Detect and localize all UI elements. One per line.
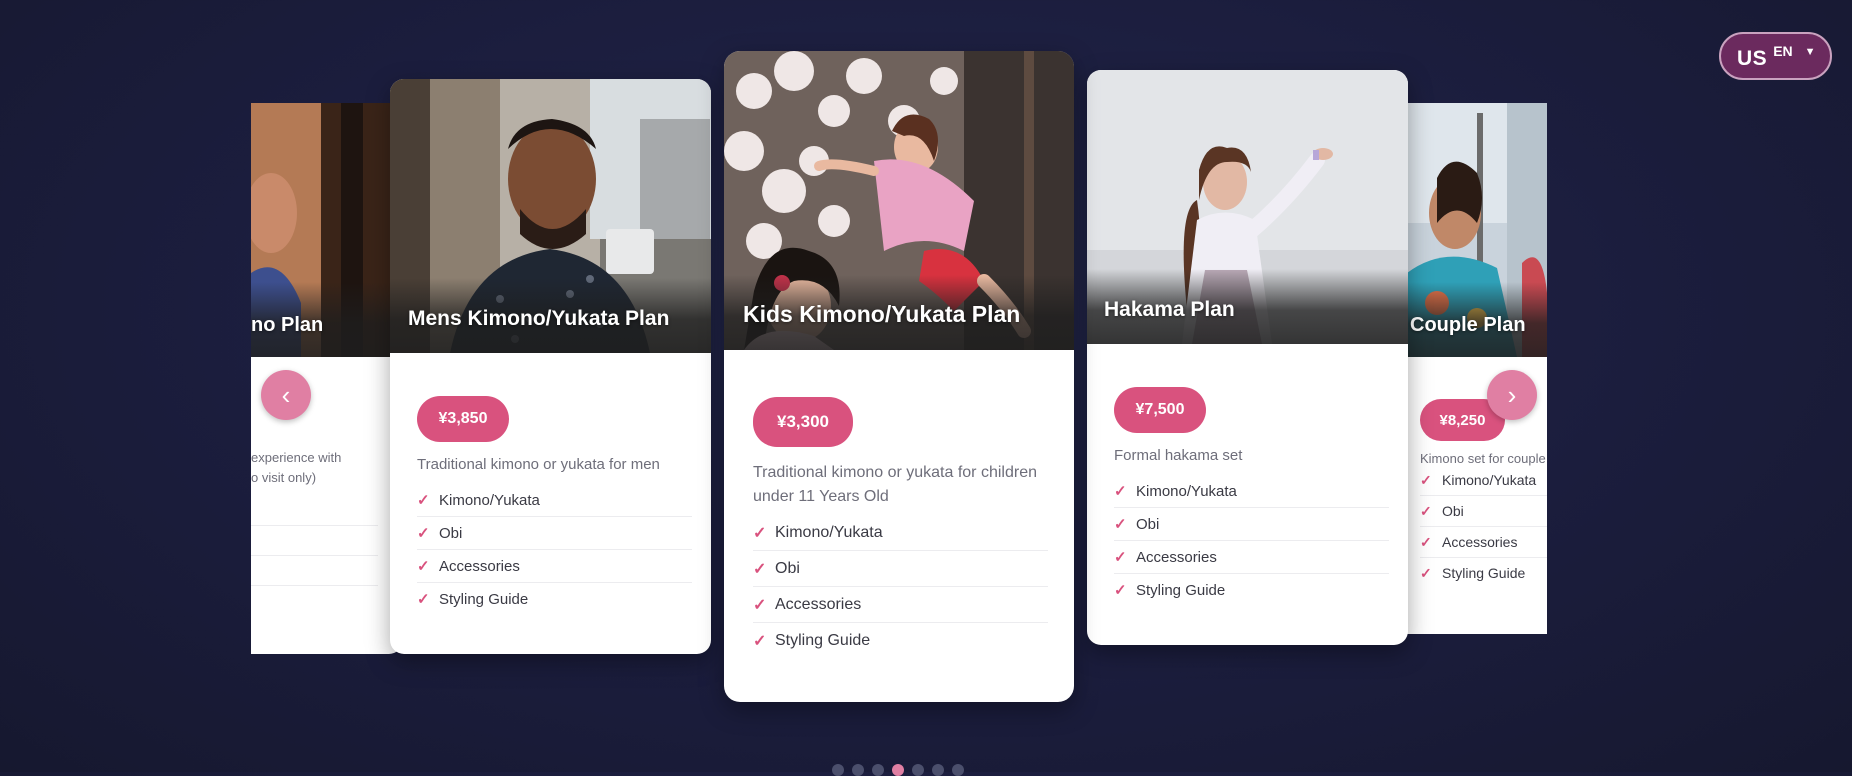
plan-photo: Kids Kimono/Yukata Plan xyxy=(724,51,1074,350)
feature-item: ✓ Accessories xyxy=(753,587,1048,623)
check-icon: ✓ xyxy=(1114,516,1127,533)
check-icon: ✓ xyxy=(417,591,430,608)
plan-title: Kids Kimono/Yukata Plan xyxy=(743,301,1021,327)
feature-list: ✓ Kimono/Yukata ✓ Obi ✓ Accessories ✓ St… xyxy=(1114,475,1389,606)
feature-item: ✓ Accessories xyxy=(417,550,692,583)
check-icon: ✓ xyxy=(1420,502,1432,519)
plan-title: Mens Kimono/Yukata Plan xyxy=(408,307,670,330)
check-icon: ✓ xyxy=(1420,533,1432,550)
pagination xyxy=(832,764,964,776)
plan-card-mens[interactable]: Mens Kimono/Yukata Plan ¥3,850 Tradition… xyxy=(390,79,711,654)
check-icon: ✓ xyxy=(753,524,767,542)
feature-label: Accessories xyxy=(1136,548,1217,566)
feature-label: Obi xyxy=(1442,503,1464,519)
feature-label: Styling Guide xyxy=(1136,581,1226,599)
plan-description: Traditional kimono or yukata for men xyxy=(417,456,660,473)
plan-photo: no Plan xyxy=(251,103,403,357)
feature-item: ✓ Styling Guide xyxy=(1114,574,1389,606)
check-icon: ✓ xyxy=(1420,564,1432,581)
feature-label: Kimono/Yukata xyxy=(1136,482,1237,500)
feature-item: ✓ Kimono/Yukata xyxy=(417,484,692,517)
next-button[interactable]: › xyxy=(1487,370,1537,420)
language-selector[interactable]: US EN ▼ xyxy=(1719,32,1832,80)
plan-card-kids[interactable]: Kids Kimono/Yukata Plan ¥3,300 Tradition… xyxy=(724,51,1074,702)
feature-list: ✓ Kimono/Yukata ✓ Obi ✓ Accessories ✓ St… xyxy=(753,515,1048,658)
plan-price: ¥7,500 xyxy=(1114,387,1206,433)
plan-card-hakama[interactable]: Hakama Plan ¥7,500 Formal hakama set ✓ K… xyxy=(1087,70,1408,645)
plan-description: experience with o visit only) xyxy=(251,450,342,485)
check-icon: ✓ xyxy=(1114,582,1127,599)
feature-label: Accessories xyxy=(775,595,862,613)
country-code: US xyxy=(1737,47,1768,70)
plan-description: Formal hakama set xyxy=(1114,447,1243,464)
plan-title: no Plan xyxy=(251,314,324,336)
check-icon: ✓ xyxy=(753,560,767,578)
pagination-dot[interactable] xyxy=(832,764,844,776)
feature-label: Accessories xyxy=(439,557,520,575)
check-icon: ✓ xyxy=(417,492,430,509)
plan-description: Traditional kimono or yukata for childre… xyxy=(753,464,1037,505)
feature-item: ✓ Obi xyxy=(417,517,692,550)
feature-item: ✓ Accessories xyxy=(1114,541,1389,574)
feature-item: ✓ Obi xyxy=(1420,496,1547,527)
feature-item: ✓ Obi xyxy=(753,551,1048,587)
chevron-left-icon: ‹ xyxy=(281,379,291,410)
feature-item: ✓ Obi xyxy=(1114,508,1389,541)
feature-item: ✓ Kimono/Yukata xyxy=(753,515,1048,551)
feature-item: ✓ Kimono/Yukata xyxy=(1114,475,1389,508)
plan-photo: Hakama Plan xyxy=(1087,70,1408,344)
plan-price: ¥3,300 xyxy=(753,397,853,447)
feature-list: ✓ Kimono/Yukata ✓ Obi ✓ Accessories ✓ St… xyxy=(417,484,692,615)
pagination-dot[interactable] xyxy=(912,764,924,776)
feature-label: Styling Guide xyxy=(775,631,871,649)
feature-label: Kimono/Yukata xyxy=(439,491,540,509)
divider xyxy=(251,555,378,556)
pagination-dot[interactable] xyxy=(872,764,884,776)
plan-card-partial-right[interactable]: Couple Plan ¥8,250 Kimono set for couple… xyxy=(1407,103,1547,634)
prev-button[interactable]: ‹ xyxy=(261,370,311,420)
feature-label: Obi xyxy=(439,524,463,542)
feature-label: Kimono/Yukata xyxy=(775,523,883,541)
feature-label: Kimono/Yukata xyxy=(1442,472,1537,488)
pagination-dot[interactable] xyxy=(952,764,964,776)
feature-item: ✓ Styling Guide xyxy=(1420,558,1547,588)
check-icon: ✓ xyxy=(753,632,767,650)
pagination-dot[interactable] xyxy=(852,764,864,776)
language-code: EN xyxy=(1773,43,1793,59)
feature-label: Accessories xyxy=(1442,534,1518,550)
feature-item: ✓ Styling Guide xyxy=(417,583,692,615)
feature-label: Styling Guide xyxy=(1442,565,1526,581)
check-icon: ✓ xyxy=(417,558,430,575)
pagination-dot-active[interactable] xyxy=(892,764,904,776)
plan-photo: Couple Plan xyxy=(1407,103,1547,357)
plan-title: Couple Plan xyxy=(1410,314,1526,336)
check-icon: ✓ xyxy=(753,596,767,614)
divider xyxy=(251,525,378,526)
feature-label: Styling Guide xyxy=(439,590,529,608)
caret-down-icon: ▼ xyxy=(1804,46,1816,58)
divider xyxy=(251,585,378,586)
pagination-dot[interactable] xyxy=(932,764,944,776)
feature-item: ✓ Styling Guide xyxy=(753,623,1048,658)
check-icon: ✓ xyxy=(1114,483,1127,500)
feature-list: ✓ Kimono/Yukata ✓ Obi ✓ Accessories ✓ St… xyxy=(1420,465,1547,588)
feature-item: ✓ Accessories xyxy=(1420,527,1547,558)
plan-photo: Mens Kimono/Yukata Plan xyxy=(390,79,711,353)
chevron-right-icon: › xyxy=(1507,379,1517,410)
feature-label: Obi xyxy=(775,559,800,577)
check-icon: ✓ xyxy=(1114,549,1127,566)
plan-title: Hakama Plan xyxy=(1104,298,1235,321)
plan-price: ¥3,850 xyxy=(417,396,509,442)
feature-item: ✓ Kimono/Yukata xyxy=(1420,465,1547,496)
check-icon: ✓ xyxy=(417,525,430,542)
feature-label: Obi xyxy=(1136,515,1160,533)
check-icon: ✓ xyxy=(1420,471,1432,488)
